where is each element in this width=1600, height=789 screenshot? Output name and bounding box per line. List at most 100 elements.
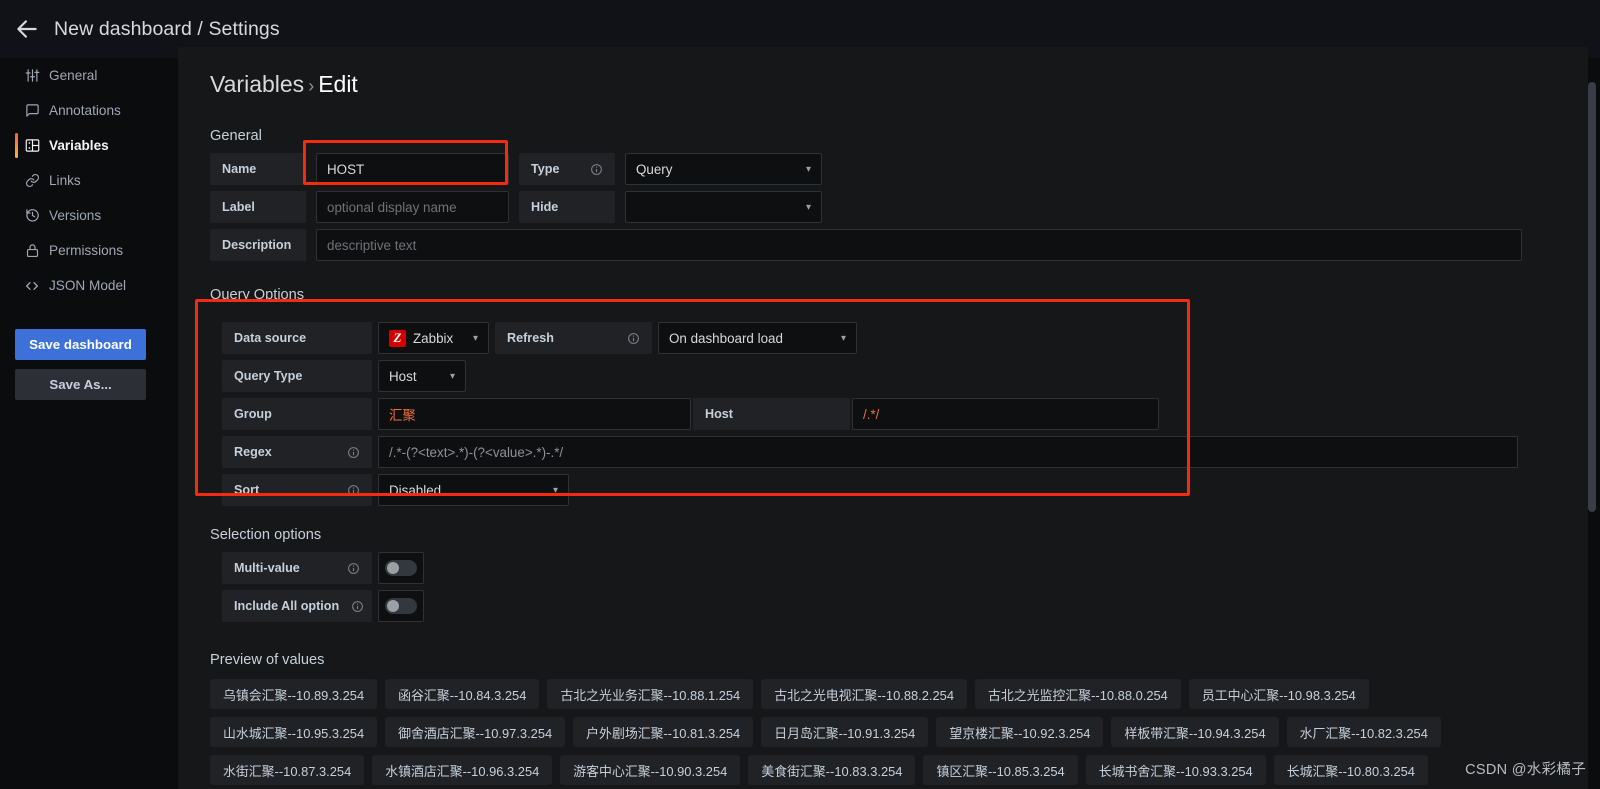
preview-value-chip[interactable]: 古北之光监控汇聚--10.88.0.254 [975,679,1181,709]
query-type-select[interactable]: Host ▾ [378,360,466,392]
info-icon[interactable] [335,484,360,497]
include-all-row: Include All option [222,590,1588,622]
chevron-down-icon: ▾ [472,332,478,344]
multi-value-toggle[interactable] [378,552,424,584]
preview-value-chip[interactable]: 古北之光电视汇聚--10.88.2.254 [761,679,968,709]
group-row: Group 汇聚 Host /.*/ [222,398,1588,430]
chevron-down-icon: ▾ [805,163,811,175]
include-all-toggle[interactable] [378,590,424,622]
multi-value-label-text: Multi-value [234,561,300,575]
preview-value-chip[interactable]: 样板带汇聚--10.94.3.254 [1111,717,1279,747]
back-arrow-icon[interactable] [0,0,54,58]
sidebar-item-label: Links [49,173,81,188]
link-icon [24,173,40,189]
preview-value-chip[interactable]: 游客中心汇聚--10.90.3.254 [560,755,741,785]
multi-value-label: Multi-value [222,552,372,584]
settings-sidebar: General Annotations Variables Links Vers… [0,58,178,789]
page-scrollbar-thumb[interactable] [1588,82,1596,512]
preview-value-chip[interactable]: 日月岛汇聚--10.91.3.254 [761,717,929,747]
toggle-switch [385,560,417,576]
host-value: /.*/ [863,406,880,422]
sort-label-text: Sort [234,483,260,497]
preview-value-chip[interactable]: 乌镇会汇聚--10.89.3.254 [210,679,378,709]
group-value: 汇聚 [389,408,416,423]
info-icon[interactable] [615,332,640,345]
preview-value-chip[interactable]: 美食街汇聚--10.83.3.254 [748,755,916,785]
preview-value-chip[interactable]: 望京楼汇聚--10.92.3.254 [936,717,1104,747]
sidebar-item-label: Versions [49,208,102,223]
include-all-label-text: Include All option [234,599,340,613]
sort-value: Disabled [389,482,442,498]
sidebar-actions: Save dashboard Save As... [0,329,178,400]
data-source-label: Data source [222,322,372,354]
sidebar-item-annotations[interactable]: Annotations [0,93,178,128]
regex-row: Regex /.*-(?<text>.*)-(?<value>.*)-.*/ [222,436,1588,468]
lock-icon [24,243,40,259]
general-section-title: General [210,128,262,144]
refresh-select[interactable]: On dashboard load ▾ [658,322,857,354]
preview-value-chip[interactable]: 长城汇聚--10.80.3.254 [1273,755,1428,785]
preview-value-chip[interactable]: 古北之光业务汇聚--10.88.1.254 [547,679,754,709]
label-label: Label [210,191,306,223]
save-as-button[interactable]: Save As... [15,369,146,400]
sort-label: Sort [222,474,372,506]
label-input[interactable]: optional display name [316,191,509,223]
include-all-label: Include All option [222,590,372,622]
sidebar-item-json-model[interactable]: JSON Model [0,268,178,303]
sidebar-item-variables[interactable]: Variables [0,128,178,163]
type-label: Type [519,153,615,185]
preview-values-list: 乌镇会汇聚--10.89.3.254 函谷汇聚--10.84.3.254 古北之光业… [210,679,1500,785]
preview-value-chip[interactable]: 水街汇聚--10.87.3.254 [210,755,365,785]
name-row: Name HOST Type Query ▾ [210,153,1588,185]
name-input[interactable]: HOST [316,153,509,185]
query-type-label: Query Type [222,360,372,392]
sidebar-item-permissions[interactable]: Permissions [0,233,178,268]
group-input[interactable]: 汇聚 [378,398,691,430]
info-icon[interactable] [339,600,364,613]
type-label-text: Type [531,162,560,176]
preview-value-chip[interactable]: 山水城汇聚--10.95.3.254 [210,717,378,747]
regex-input[interactable]: /.*-(?<text>.*)-(?<value>.*)-.*/ [378,436,1518,468]
code-icon [24,278,40,294]
query-options-section-title: Query Options [210,287,305,303]
refresh-label-text: Refresh [507,331,554,345]
preview-value-chip[interactable]: 员工中心汇聚--10.98.3.254 [1188,679,1369,709]
regex-value: /.*-(?<text>.*)-(?<value>.*)-.*/ [389,444,564,460]
sidebar-item-versions[interactable]: Versions [0,198,178,233]
description-input[interactable]: descriptive text [316,229,1522,261]
host-input[interactable]: /.*/ [852,398,1159,430]
breadcrumb-root[interactable]: Variables [210,71,304,97]
sort-row: Sort Disabled ▾ [222,474,1588,506]
preview-value-chip[interactable]: 水镇酒店汇聚--10.96.3.254 [372,755,553,785]
chevron-down-icon: ▾ [552,484,558,496]
sidebar-item-label: Annotations [49,103,121,118]
refresh-value: On dashboard load [669,330,783,346]
data-source-row: Data source Z Zabbix ▾ Refresh On dashbo… [222,322,1588,354]
info-icon[interactable] [578,163,603,176]
grid-icon [24,138,40,154]
zabbix-logo-icon: Z [389,329,406,347]
breadcrumb-current: Edit [318,71,358,97]
preview-value-chip[interactable]: 镇区汇聚--10.85.3.254 [923,755,1078,785]
label-row: Label optional display name Hide ▾ [210,191,1588,223]
sidebar-item-general[interactable]: General [0,58,178,93]
preview-value-chip[interactable]: 水厂汇聚--10.82.3.254 [1286,717,1441,747]
regex-label: Regex [222,436,372,468]
save-dashboard-button[interactable]: Save dashboard [15,329,146,360]
preview-value-chip[interactable]: 御舍酒店汇聚--10.97.3.254 [385,717,566,747]
info-icon[interactable] [335,446,360,459]
history-icon [24,208,40,224]
data-source-select[interactable]: Z Zabbix ▾ [378,322,489,354]
breadcrumb: Variables › Edit [210,71,1588,98]
hide-select[interactable]: ▾ [625,191,822,223]
preview-value-chip[interactable]: 函谷汇聚--10.84.3.254 [385,679,540,709]
selection-options-section-title: Selection options [210,527,322,543]
sort-select[interactable]: Disabled ▾ [378,474,569,506]
sidebar-item-links[interactable]: Links [0,163,178,198]
preview-value-chip[interactable]: 长城书舍汇聚--10.93.3.254 [1085,755,1266,785]
preview-value-chip[interactable]: 户外剧场汇聚--10.81.3.254 [573,717,754,747]
host-label: Host [693,398,850,430]
sliders-icon [24,68,40,84]
info-icon[interactable] [335,562,360,575]
type-select[interactable]: Query ▾ [625,153,822,185]
